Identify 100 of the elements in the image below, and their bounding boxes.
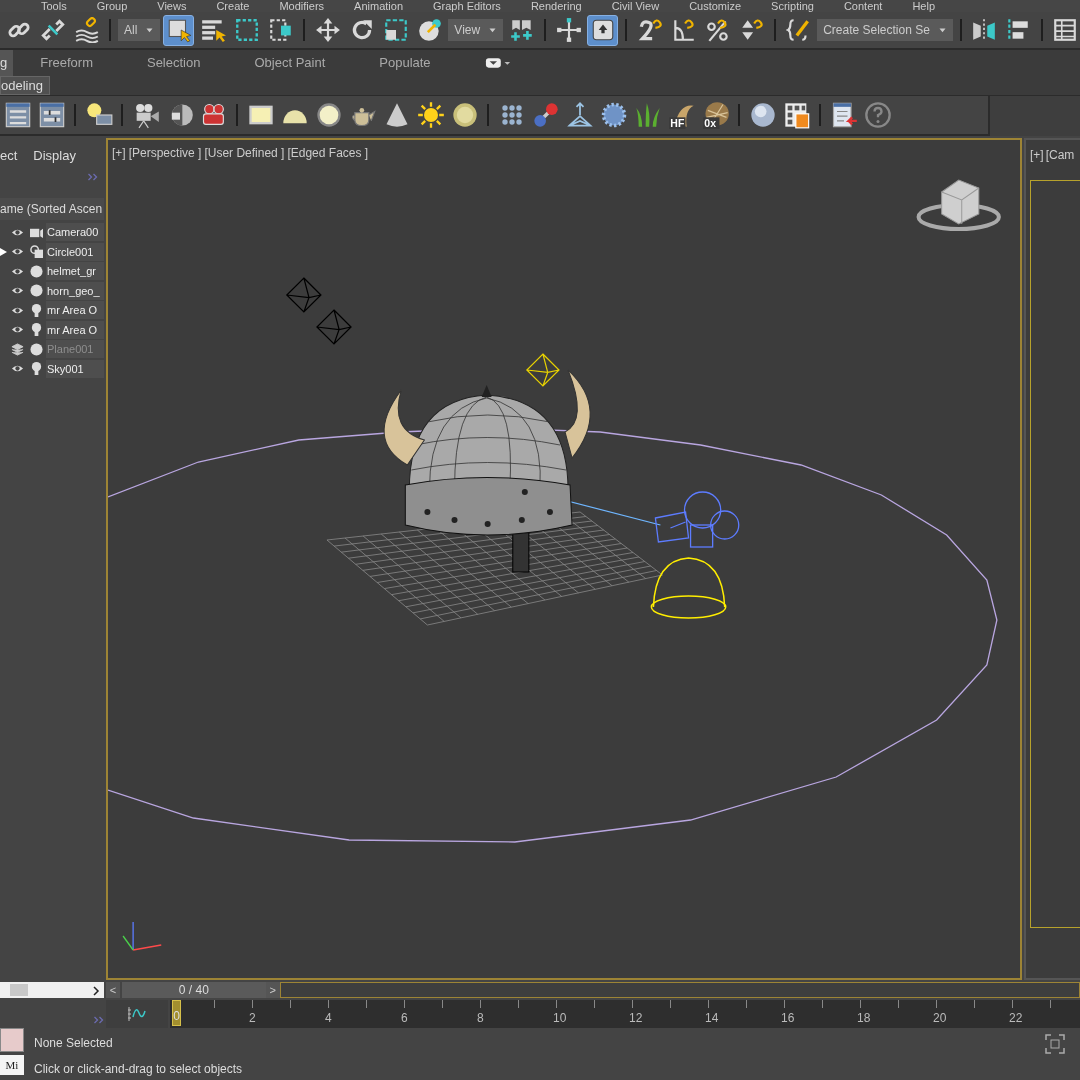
sun-icon bbox=[416, 101, 445, 129]
color-swatch[interactable] bbox=[0, 1028, 24, 1052]
viewport-label[interactable]: [+] bbox=[1030, 146, 1044, 164]
percent-snap-icon bbox=[704, 17, 731, 43]
frame-number: 10 bbox=[553, 1010, 567, 1027]
viewport-label[interactable]: [User Defined ] bbox=[204, 144, 285, 162]
menu-item[interactable]: Civil View bbox=[596, 0, 675, 12]
menu-item[interactable]: Modifiers bbox=[264, 0, 340, 12]
menu-item[interactable]: Tools bbox=[26, 0, 82, 12]
ribbon-tab[interactable]: Object Paint bbox=[227, 50, 353, 76]
mirror-icon bbox=[971, 17, 998, 43]
thumbnail-grid-icon bbox=[782, 101, 811, 129]
menu-item[interactable]: Group bbox=[81, 0, 143, 12]
axis-tripod bbox=[122, 921, 162, 951]
dropdown-icon bbox=[484, 57, 511, 69]
window-panel-icon bbox=[3, 101, 32, 129]
viewport-label[interactable]: [+] bbox=[112, 144, 126, 162]
scale-squares-icon bbox=[382, 17, 409, 43]
sphere-icon bbox=[27, 342, 45, 356]
viewport-label[interactable]: [Edged Faces ] bbox=[287, 144, 369, 162]
circle-pin-icon bbox=[416, 17, 443, 43]
ribbon-tab[interactable]: g bbox=[0, 50, 14, 76]
object-name[interactable]: mr Area O bbox=[46, 301, 104, 320]
frame-number: 14 bbox=[705, 1010, 719, 1027]
frame-number: 2 bbox=[249, 1010, 256, 1027]
prompt-text: Click or click-and-drag to select objects bbox=[34, 1061, 244, 1078]
dropdown[interactable]: View bbox=[448, 19, 504, 41]
frame-number: 20 bbox=[933, 1010, 947, 1027]
chain-waves-icon bbox=[73, 17, 100, 43]
window-sliders-icon bbox=[37, 101, 66, 129]
blob-icon bbox=[599, 101, 628, 129]
layers-icon[interactable] bbox=[8, 342, 26, 356]
menu-item[interactable]: Content bbox=[828, 0, 898, 12]
menu-item[interactable]: Scripting bbox=[756, 0, 829, 12]
light-octahedron bbox=[316, 309, 352, 345]
frame-number: 6 bbox=[401, 1010, 408, 1027]
object-name[interactable]: horn_geo_ bbox=[46, 281, 104, 300]
menu-item[interactable]: Help bbox=[897, 0, 951, 12]
crosshair-icon bbox=[555, 17, 582, 43]
dashed-square-icon bbox=[233, 17, 260, 43]
help-icon bbox=[863, 101, 892, 129]
dashed-square-icon bbox=[267, 17, 294, 43]
toolbar-button[interactable] bbox=[415, 99, 446, 131]
selection-status: None Selected bbox=[34, 1035, 114, 1052]
list-cursor-icon bbox=[199, 17, 226, 43]
frame-number: 22 bbox=[1009, 1010, 1023, 1027]
light-octahedron bbox=[526, 353, 560, 387]
molecule-icon bbox=[531, 101, 560, 129]
menu-item[interactable]: Animation bbox=[339, 0, 418, 12]
curve-editor-icon[interactable] bbox=[127, 1004, 147, 1024]
ball-icon bbox=[450, 101, 479, 129]
menu-item[interactable]: Rendering bbox=[515, 0, 597, 12]
toolbar-button[interactable]: 0x bbox=[700, 99, 731, 131]
menu-item[interactable]: Graph Editors bbox=[418, 0, 516, 12]
panel-tab[interactable]: Display bbox=[33, 146, 76, 166]
flags-plus-icon bbox=[508, 17, 535, 43]
object-name[interactable]: Camera00 bbox=[46, 223, 104, 242]
previous-frame-button[interactable]: < bbox=[106, 982, 120, 998]
menu-item[interactable]: Customize bbox=[674, 0, 757, 12]
frame-number: 4 bbox=[325, 1010, 332, 1027]
side-viewport[interactable]: [+] [Cam bbox=[1024, 138, 1080, 980]
dropdown[interactable]: All bbox=[118, 19, 161, 41]
panel-tab[interactable]: ect bbox=[0, 146, 18, 166]
listener-button[interactable]: Mi bbox=[0, 1055, 24, 1075]
expand-arrow-icon[interactable] bbox=[0, 247, 7, 256]
viewport-label[interactable]: [Perspective ] bbox=[128, 144, 202, 162]
snap-two-icon bbox=[636, 17, 663, 43]
dropdown[interactable]: Create Selection Se bbox=[817, 19, 953, 41]
frame-number: 12 bbox=[629, 1010, 643, 1027]
menu-item[interactable]: Create bbox=[201, 0, 265, 12]
frame-number: 18 bbox=[857, 1010, 871, 1027]
frame-number: 8 bbox=[477, 1010, 484, 1027]
ribbon-tab[interactable]: Selection bbox=[119, 50, 228, 76]
tool-button[interactable] bbox=[587, 14, 619, 46]
sphere-icon bbox=[27, 284, 45, 298]
braces-pencil-icon bbox=[785, 17, 812, 43]
horizontal-scrollbar[interactable] bbox=[0, 982, 104, 998]
pyramid-arrow-icon bbox=[565, 101, 594, 129]
viewport-label[interactable]: [Cam bbox=[1045, 146, 1075, 164]
scrollbar-thumb[interactable] bbox=[10, 984, 28, 996]
frame-number: 16 bbox=[781, 1010, 795, 1027]
sphere-icon bbox=[748, 101, 777, 129]
view-cube[interactable] bbox=[916, 179, 1001, 231]
table-icon bbox=[1052, 17, 1079, 43]
ribbon-tab[interactable]: Populate bbox=[352, 50, 458, 76]
ribbon-panel-label[interactable]: odeling bbox=[0, 76, 50, 95]
viewport[interactable]: [+] [Perspective ] [User Defined ] [Edged Faces ] bbox=[106, 138, 1022, 980]
object-name[interactable]: Sky001 bbox=[46, 359, 104, 378]
object-name[interactable]: Circle001 bbox=[46, 242, 104, 261]
ribbon-tab[interactable]: Freeform bbox=[13, 50, 120, 76]
object-name[interactable]: helmet_gr bbox=[46, 262, 104, 281]
time-slider[interactable]: 0 / 40 bbox=[122, 982, 266, 998]
toolbar-button[interactable]: HF bbox=[666, 99, 697, 131]
four-arrows-icon bbox=[314, 17, 341, 43]
object-name[interactable]: mr Area O bbox=[46, 320, 104, 339]
glowing-disc-icon bbox=[314, 101, 343, 129]
menu-item[interactable]: Views bbox=[142, 0, 202, 12]
tool-button[interactable] bbox=[163, 14, 195, 46]
column-header[interactable]: ame (Sorted Ascen bbox=[0, 198, 104, 220]
broken-chain-icon bbox=[39, 17, 66, 43]
